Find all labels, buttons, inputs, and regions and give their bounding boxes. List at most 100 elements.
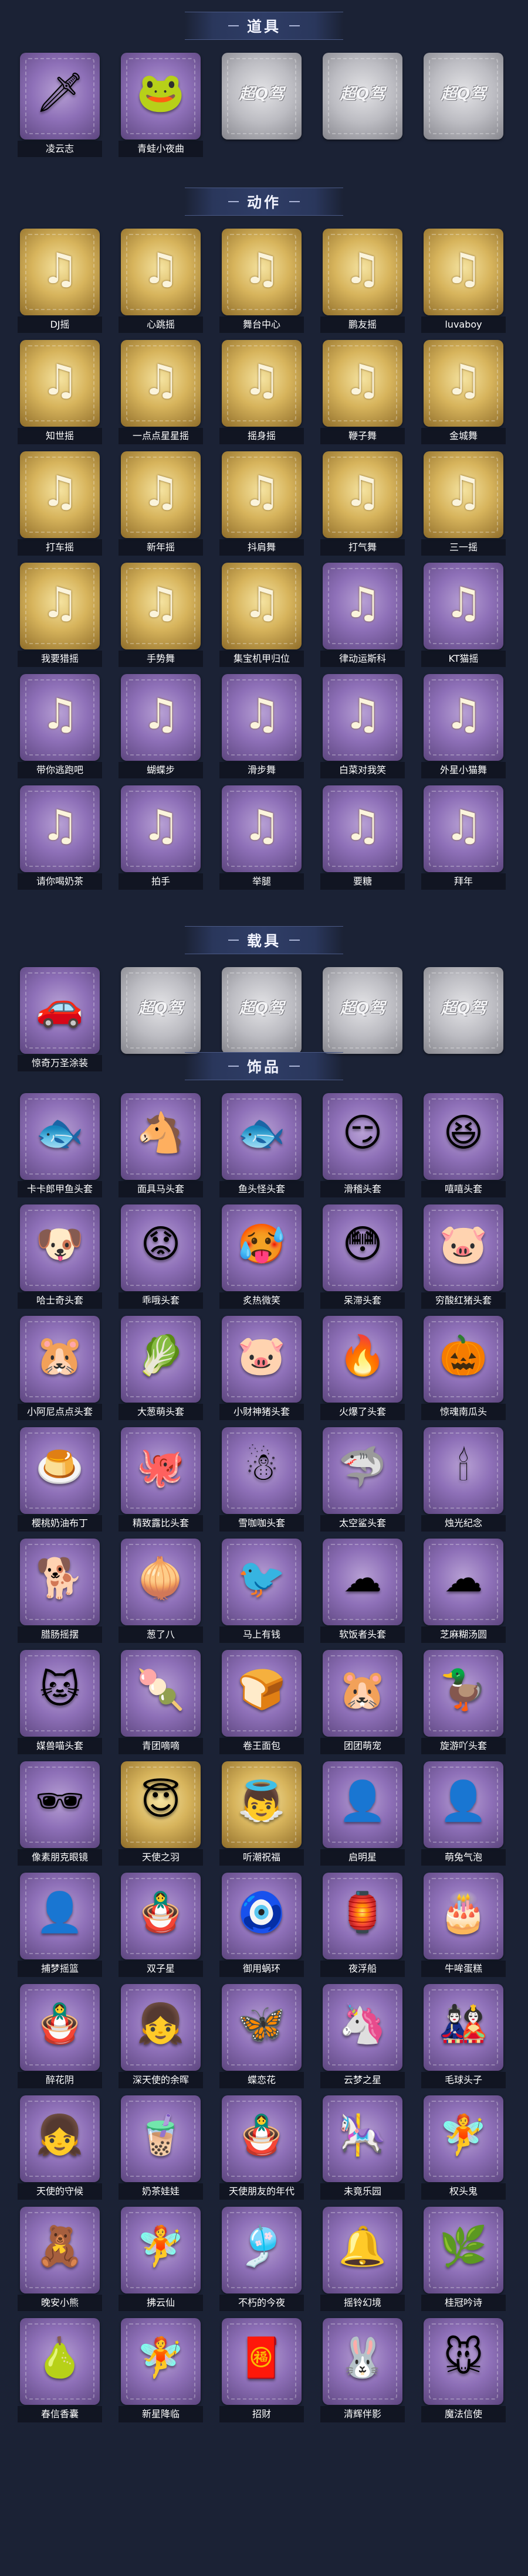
- item-card[interactable]: 👧: [20, 2095, 100, 2182]
- item-cell[interactable]: 超Q驾: [424, 53, 503, 161]
- item-card[interactable]: ♫: [121, 785, 201, 872]
- item-cell[interactable]: 🐟 鱼头怪头套: [219, 1093, 304, 1202]
- item-card[interactable]: 🕶: [20, 1761, 100, 1848]
- item-cell[interactable]: 🐸 青蛙小夜曲: [119, 53, 203, 161]
- item-cell[interactable]: 🐭 魔法信使: [421, 2318, 506, 2427]
- item-cell[interactable]: 🕶 像素朋克眼镜: [18, 1761, 102, 1870]
- item-cell[interactable]: ☁ 软饭者头套: [320, 1539, 405, 1647]
- item-card[interactable]: ♫: [121, 674, 201, 761]
- item-card[interactable]: 超Q驾: [222, 53, 302, 139]
- item-card[interactable]: 🍮: [20, 1427, 100, 1514]
- item-cell[interactable]: 🐱 媒兽喵头套: [18, 1650, 102, 1758]
- item-cell[interactable]: ♫ luvaboy: [421, 229, 506, 337]
- item-card[interactable]: ♫: [424, 563, 503, 649]
- item-cell[interactable]: 🎐 不朽的今夜: [219, 2207, 304, 2315]
- item-card[interactable]: 🎎: [424, 1984, 503, 2071]
- item-cell[interactable]: ♫ 请你喝奶茶: [18, 785, 102, 894]
- item-cell[interactable]: ♫ 一点点星星摇: [119, 340, 203, 448]
- item-cell[interactable]: 😳 呆滞头套: [320, 1204, 405, 1313]
- item-card[interactable]: 🐦: [222, 1539, 302, 1625]
- item-card[interactable]: ♫: [20, 451, 100, 538]
- item-cell[interactable]: ☃ 雪咖咖头套: [219, 1427, 304, 1536]
- item-card[interactable]: 🐶: [20, 1204, 100, 1291]
- item-card[interactable]: 🐷: [222, 1316, 302, 1403]
- item-cell[interactable]: 👧 深天使的余晖: [119, 1984, 203, 2092]
- item-cell[interactable]: 🐷 小财神猪头套: [219, 1316, 304, 1424]
- item-card[interactable]: ♫: [20, 229, 100, 315]
- item-cell[interactable]: ♫ 滑步舞: [219, 674, 304, 782]
- item-cell[interactable]: 😏 滑稽头套: [320, 1093, 405, 1202]
- item-card[interactable]: 超Q驾: [323, 53, 402, 139]
- item-cell[interactable]: 🦄 云梦之星: [320, 1984, 405, 2092]
- item-card[interactable]: 🐭: [424, 2318, 503, 2405]
- item-cell[interactable]: ♫ 律动运斯科: [320, 563, 405, 671]
- item-card[interactable]: 🐟: [222, 1093, 302, 1180]
- item-card[interactable]: ♫: [323, 674, 402, 761]
- item-card[interactable]: 超Q驾: [121, 967, 201, 1054]
- item-cell[interactable]: 🔥 火爆了头套: [320, 1316, 405, 1424]
- item-cell[interactable]: 🐹 小阿尼点点头套: [18, 1316, 102, 1424]
- item-card[interactable]: ♫: [222, 674, 302, 761]
- item-card[interactable]: ♫: [20, 785, 100, 872]
- item-card[interactable]: 🐟: [20, 1093, 100, 1180]
- item-cell[interactable]: 超Q驾: [222, 53, 302, 161]
- item-card[interactable]: 🦄: [323, 1984, 402, 2071]
- item-card[interactable]: 😟: [121, 1204, 201, 1291]
- item-cell[interactable]: ☁ 芝麻糊汤圆: [421, 1539, 506, 1647]
- item-cell[interactable]: 😇 天使之羽: [119, 1761, 203, 1870]
- item-cell[interactable]: ♫ 蝴蝶步: [119, 674, 203, 782]
- item-cell[interactable]: 🍡 青团嘀嘀: [119, 1650, 203, 1758]
- item-cell[interactable]: 🎃 惊魂南瓜头: [421, 1316, 506, 1424]
- item-card[interactable]: 🕯: [424, 1427, 503, 1514]
- item-card[interactable]: 🍡: [121, 1650, 201, 1737]
- item-card[interactable]: 😆: [424, 1093, 503, 1180]
- item-card[interactable]: ☁: [323, 1539, 402, 1625]
- item-card[interactable]: 😳: [323, 1204, 402, 1291]
- item-cell[interactable]: 🎎 毛球头子: [421, 1984, 506, 2092]
- item-card[interactable]: ♫: [424, 229, 503, 315]
- item-cell[interactable]: 👤 萌兔气泡: [421, 1761, 506, 1870]
- item-cell[interactable]: ♫ DJ摇: [18, 229, 102, 337]
- item-card[interactable]: ♫: [222, 785, 302, 872]
- item-card[interactable]: 🐴: [121, 1093, 201, 1180]
- item-card[interactable]: ♫: [121, 340, 201, 427]
- item-cell[interactable]: 超Q驾: [323, 53, 402, 161]
- item-card[interactable]: 🐱: [20, 1650, 100, 1737]
- item-card[interactable]: ♫: [424, 674, 503, 761]
- item-cell[interactable]: 🪆 双子星: [119, 1873, 203, 1981]
- item-cell[interactable]: ♫ 鞭子舞: [320, 340, 405, 448]
- item-card[interactable]: 🧸: [20, 2207, 100, 2293]
- item-card[interactable]: 超Q驾: [424, 53, 503, 139]
- item-card[interactable]: 🧚: [121, 2207, 201, 2293]
- item-cell[interactable]: ♫ 金城舞: [421, 340, 506, 448]
- item-cell[interactable]: ♫ 集宝机甲归位: [219, 563, 304, 671]
- item-card[interactable]: ♫: [424, 340, 503, 427]
- item-card[interactable]: 👤: [323, 1761, 402, 1848]
- item-cell[interactable]: ♫ 摇身摇: [219, 340, 304, 448]
- item-cell[interactable]: 🏮 夜浮船: [320, 1873, 405, 1981]
- item-cell[interactable]: ♫ 知世摇: [18, 340, 102, 448]
- item-cell[interactable]: ♫ 带你逃跑吧: [18, 674, 102, 782]
- item-cell[interactable]: 🦋 蝶恋花: [219, 1984, 304, 2092]
- item-card[interactable]: 🌿: [424, 2207, 503, 2293]
- item-card[interactable]: 🔥: [323, 1316, 402, 1403]
- item-cell[interactable]: 🍐 春信香囊: [18, 2318, 102, 2427]
- item-card[interactable]: 超Q驾: [424, 967, 503, 1054]
- item-cell[interactable]: ♫ 拍手: [119, 785, 203, 894]
- item-cell[interactable]: 🐙 精致露比头套: [119, 1427, 203, 1536]
- item-cell[interactable]: ♫ 我要猎摇: [18, 563, 102, 671]
- item-cell[interactable]: ♫ 白菜对我笑: [320, 674, 405, 782]
- item-cell[interactable]: 🗡 凌云志: [18, 53, 102, 161]
- item-card[interactable]: 🪆: [121, 1873, 201, 1959]
- item-cell[interactable]: 🔔 摇铃幻境: [320, 2207, 405, 2315]
- item-cell[interactable]: 🧋 奶茶娃娃: [119, 2095, 203, 2204]
- item-card[interactable]: 👧: [121, 1984, 201, 2071]
- item-card[interactable]: 🐹: [20, 1316, 100, 1403]
- item-cell[interactable]: 🧧 招财: [219, 2318, 304, 2427]
- item-card[interactable]: 🧅: [121, 1539, 201, 1625]
- item-card[interactable]: 🍐: [20, 2318, 100, 2405]
- item-card[interactable]: ♫: [222, 229, 302, 315]
- item-cell[interactable]: 🐦 马上有钱: [219, 1539, 304, 1647]
- item-card[interactable]: ♫: [20, 674, 100, 761]
- item-cell[interactable]: 👤 捕梦摇篮: [18, 1873, 102, 1981]
